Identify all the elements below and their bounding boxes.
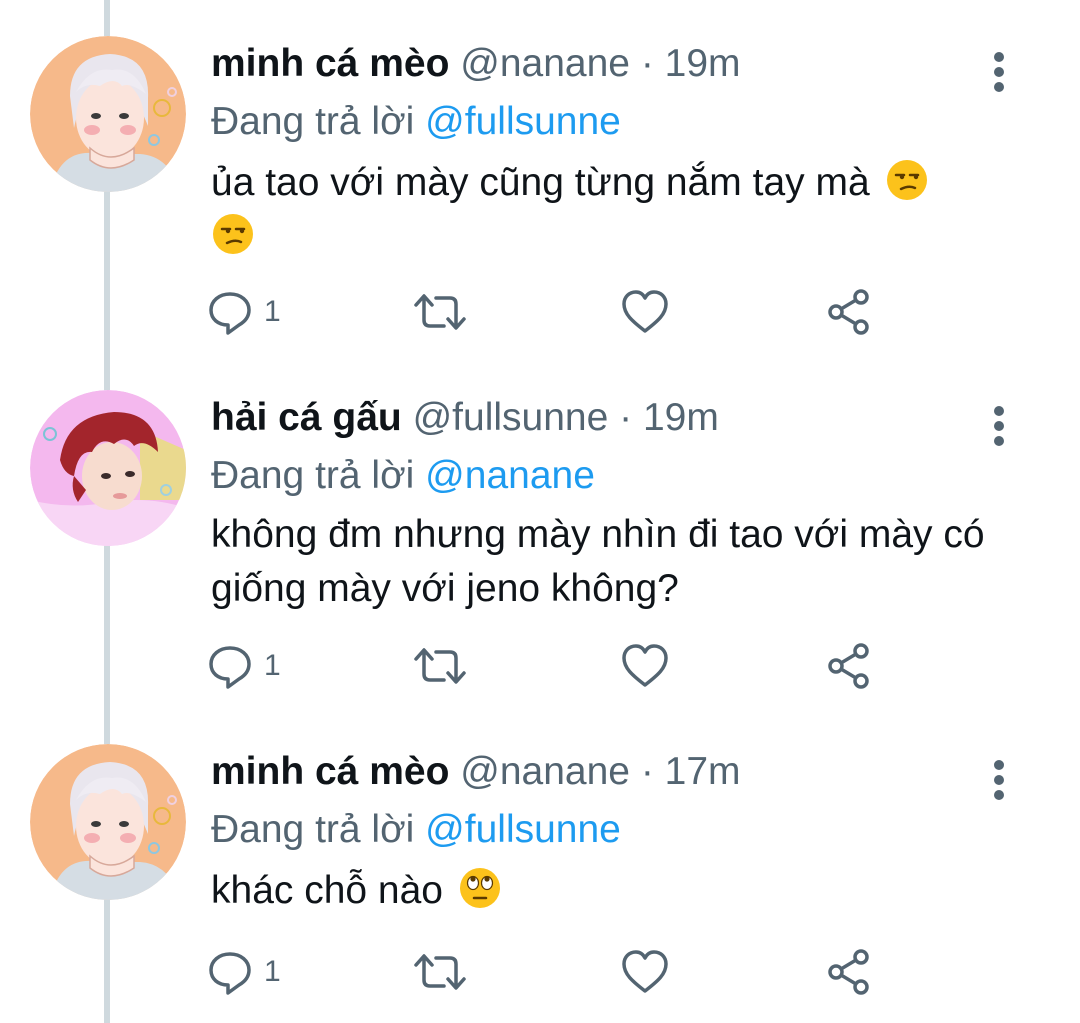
share-icon — [828, 949, 869, 995]
reply-button[interactable]: 1 — [206, 944, 281, 1000]
share-icon — [828, 643, 869, 689]
more-vertical-icon — [994, 52, 1004, 92]
separator-dot: · — [640, 750, 654, 793]
share-button[interactable] — [824, 638, 874, 694]
reply-button[interactable]: 1 — [206, 638, 281, 694]
replying-prefix: Đang trả lời — [211, 454, 415, 497]
more-options-button[interactable] — [982, 46, 1016, 102]
avatar[interactable] — [30, 744, 186, 900]
share-button[interactable] — [824, 944, 874, 1000]
tweet-actions: 1 — [206, 944, 906, 1000]
timestamp[interactable]: 19m — [643, 396, 719, 439]
replying-to-mention[interactable]: @nanane — [425, 454, 595, 497]
heart-icon — [622, 644, 668, 687]
retweet-button[interactable] — [412, 638, 468, 694]
like-button[interactable] — [620, 638, 670, 694]
tweet-text: khác chỗ nào — [211, 864, 991, 918]
separator-dot: · — [619, 396, 633, 439]
tweet-header: hải cá gấu @fullsunne · 19m — [211, 390, 719, 446]
display-name[interactable]: hải cá gấu — [211, 396, 402, 439]
reply-button[interactable]: 1 — [206, 284, 281, 340]
replying-prefix: Đang trả lời — [211, 808, 415, 851]
replying-to: Đang trả lời @fullsunne — [211, 94, 621, 150]
avatar[interactable] — [30, 36, 186, 192]
like-button[interactable] — [620, 944, 670, 1000]
avatar[interactable] — [30, 390, 186, 546]
unamused-face-icon — [213, 214, 253, 254]
retweet-icon — [414, 648, 466, 684]
share-icon — [828, 289, 869, 335]
user-handle[interactable]: @nanane — [460, 42, 630, 85]
like-button[interactable] — [620, 284, 670, 340]
reply-count: 1 — [264, 955, 281, 988]
reply-icon — [209, 292, 251, 335]
retweet-button[interactable] — [412, 944, 468, 1000]
reply-count: 1 — [264, 295, 281, 328]
retweet-button[interactable] — [412, 284, 468, 340]
retweet-icon — [414, 294, 466, 330]
unamused-face-icon — [886, 160, 927, 200]
tweet-actions: 1 — [206, 284, 906, 340]
replying-prefix: Đang trả lời — [211, 100, 415, 143]
more-options-button[interactable] — [982, 400, 1016, 456]
more-vertical-icon — [994, 760, 1004, 800]
tweet-actions: 1 — [206, 638, 906, 694]
tweet-text: không đm nhưng mày nhìn đi tao với mày c… — [211, 508, 991, 616]
user-handle[interactable]: @nanane — [460, 750, 630, 793]
share-button[interactable] — [824, 284, 874, 340]
more-options-button[interactable] — [982, 754, 1016, 810]
replying-to-mention[interactable]: @fullsunne — [425, 808, 621, 851]
heart-icon — [622, 950, 668, 993]
tweet-header: minh cá mèo @nanane · 17m — [211, 744, 741, 800]
tweet-text: ủa tao với mày cũng từng nắm tay mà — [211, 156, 991, 264]
user-handle[interactable]: @fullsunne — [413, 396, 609, 439]
tweet-header: minh cá mèo @nanane · 19m — [211, 36, 741, 92]
rolling-eyes-face-icon — [459, 868, 500, 908]
timestamp[interactable]: 19m — [665, 42, 741, 85]
display-name[interactable]: minh cá mèo — [211, 42, 449, 85]
heart-icon — [622, 290, 668, 333]
replying-to-mention[interactable]: @fullsunne — [425, 100, 621, 143]
display-name[interactable]: minh cá mèo — [211, 750, 449, 793]
tweet-text-content: ủa tao với mày cũng từng nắm tay mà — [211, 161, 870, 204]
reply-icon — [209, 952, 251, 995]
more-vertical-icon — [994, 406, 1004, 446]
separator-dot: · — [640, 42, 654, 85]
timestamp[interactable]: 17m — [665, 750, 741, 793]
reply-count: 1 — [264, 649, 281, 682]
retweet-icon — [414, 954, 466, 990]
tweet-text-content: khác chỗ nào — [211, 869, 444, 912]
reply-icon — [209, 646, 251, 689]
tweet-text-content: không đm nhưng mày nhìn đi tao với mày c… — [211, 513, 985, 610]
replying-to: Đang trả lời @fullsunne — [211, 802, 621, 858]
replying-to: Đang trả lời @nanane — [211, 448, 595, 504]
